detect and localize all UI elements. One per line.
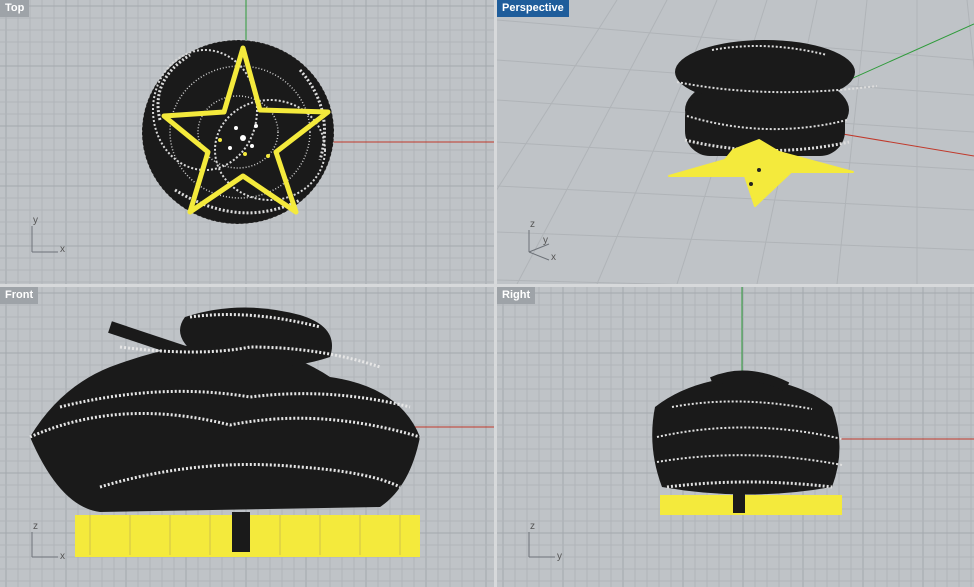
viewport-top[interactable]: Top y x: [0, 0, 494, 284]
axis-label-front-z: z: [33, 521, 38, 532]
viewport-label-front[interactable]: Front: [0, 287, 39, 304]
viewport-splitter-horizontal[interactable]: [0, 284, 974, 287]
viewport-perspective-canvas[interactable]: [497, 0, 974, 284]
axis-label-front-x: x: [60, 551, 65, 562]
rose-top-view[interactable]: [141, 39, 335, 225]
axis-label-persp-x: x: [551, 252, 556, 263]
axis-label-persp-y: y: [543, 235, 548, 246]
viewport-front[interactable]: Front z x: [0, 287, 494, 587]
rose-right-view[interactable]: [652, 370, 843, 515]
viewport-right-canvas[interactable]: [497, 287, 974, 587]
viewport-label-top[interactable]: Top: [0, 0, 30, 17]
axis-label-top-x: x: [60, 244, 65, 255]
viewport-perspective[interactable]: Perspective z y x: [497, 0, 974, 284]
axis-label-persp-z: z: [530, 219, 535, 230]
rose-front-view[interactable]: [29, 307, 421, 557]
axis-label-right-z: z: [530, 521, 535, 532]
axis-label-right-y: y: [557, 551, 562, 562]
viewport-front-canvas[interactable]: [0, 287, 494, 587]
viewport-right[interactable]: Right z y: [497, 287, 974, 587]
viewport-label-right[interactable]: Right: [497, 287, 536, 304]
viewport-label-perspective[interactable]: Perspective: [497, 0, 569, 17]
viewport-top-canvas[interactable]: [0, 0, 494, 284]
axis-label-top-y: y: [33, 215, 38, 226]
